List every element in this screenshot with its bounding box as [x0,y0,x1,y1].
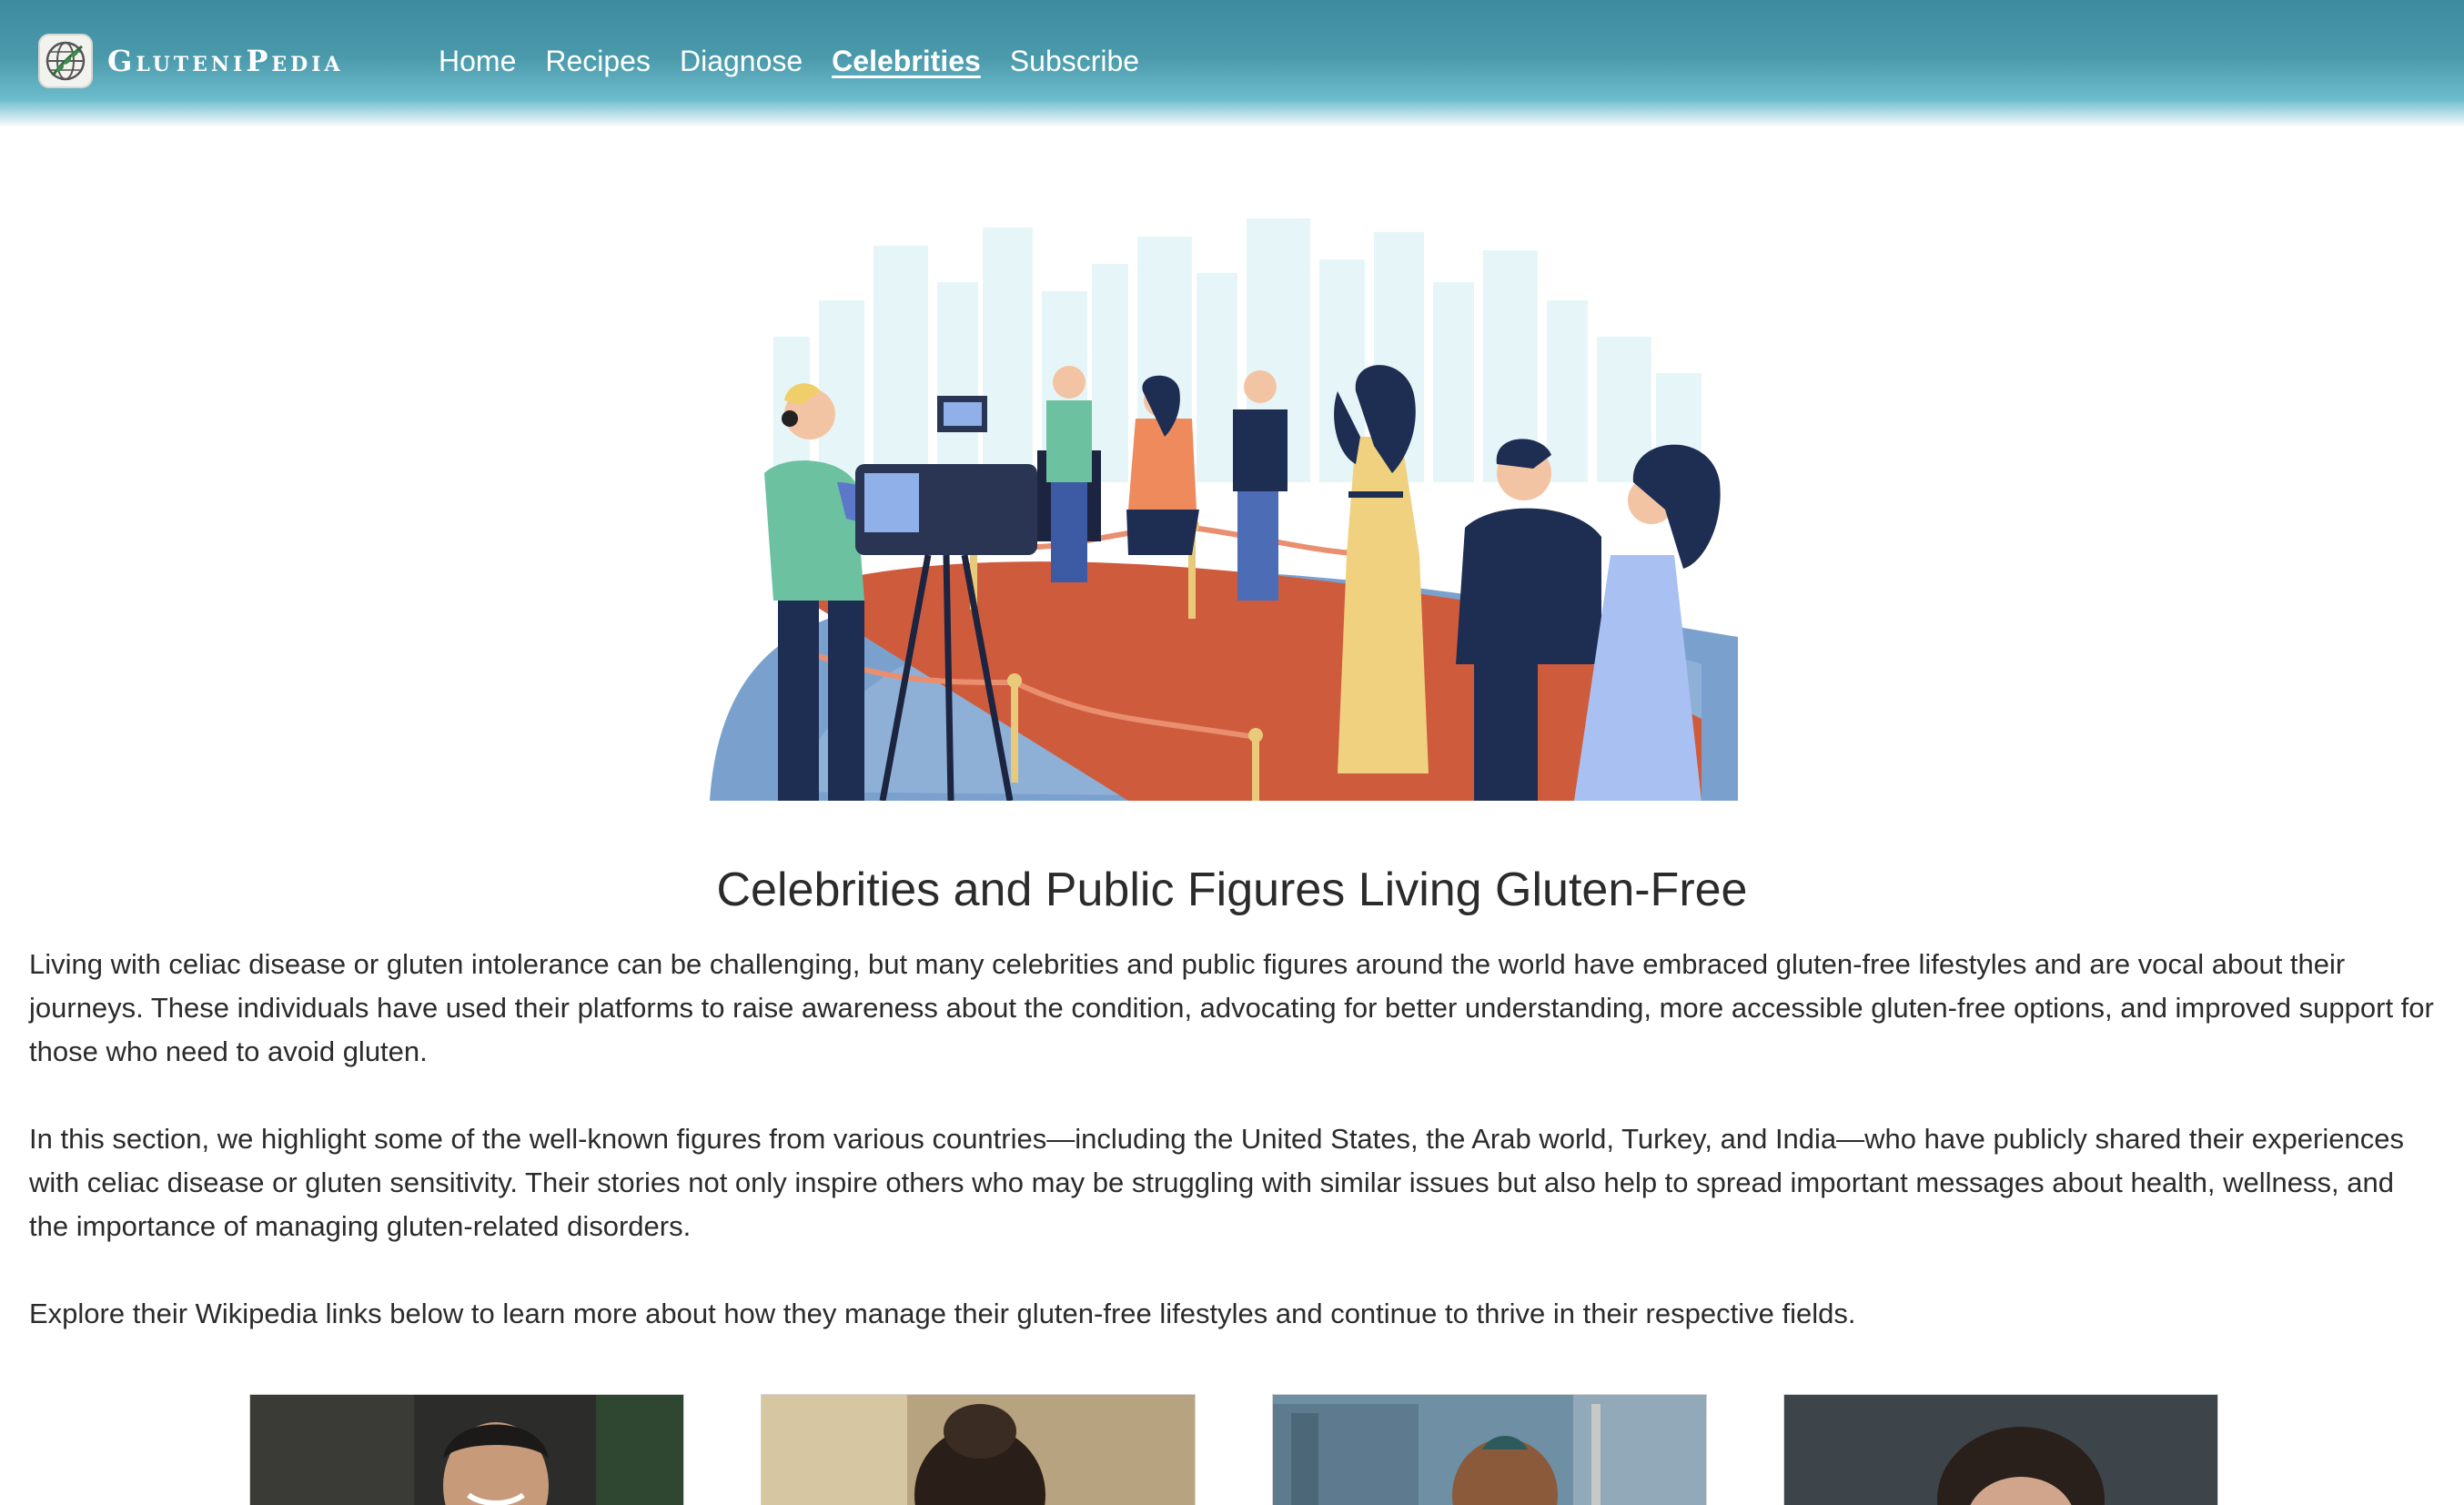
nav-link-subscribe[interactable]: Subscribe [1010,38,1139,84]
celebrity-photo [1784,1395,2217,1505]
intro-paragraph: In this section, we highlight some of th… [29,1123,2404,1242]
celebrity-card[interactable] [249,1394,684,1505]
navbar: GluteniPedia Home Recipes Diagnose Celeb… [0,0,2464,127]
intro-paragraph: Living with celiac disease or gluten int… [29,948,2434,1067]
globe-leaf-logo-icon [38,34,93,88]
celebrity-photo [762,1395,1195,1505]
nav-link-home[interactable]: Home [439,38,516,84]
hero-illustration [701,209,1765,802]
nav-link-recipes[interactable]: Recipes [545,38,651,84]
celebrity-card[interactable] [1783,1394,2218,1505]
celebrity-photo [250,1395,683,1505]
brand[interactable]: GluteniPedia [38,33,344,89]
intro-text: Living with celiac disease or gluten int… [29,943,2440,1336]
celebrity-card[interactable] [761,1394,1196,1505]
brand-name: GluteniPedia [107,44,344,78]
celebrity-yellow-dress-figure [1334,365,1429,773]
page-title: Celebrities and Public Figures Living Gl… [716,864,1748,916]
main-nav: Home Recipes Diagnose Celebrities Subscr… [439,38,1168,84]
celebrity-photo [1273,1395,1706,1505]
nav-link-celebrities[interactable]: Celebrities [832,38,981,84]
intro-paragraph: Explore their Wikipedia links below to l… [29,1298,1856,1329]
celebrity-card[interactable] [1272,1394,1707,1505]
nav-link-diagnose[interactable]: Diagnose [680,38,803,84]
